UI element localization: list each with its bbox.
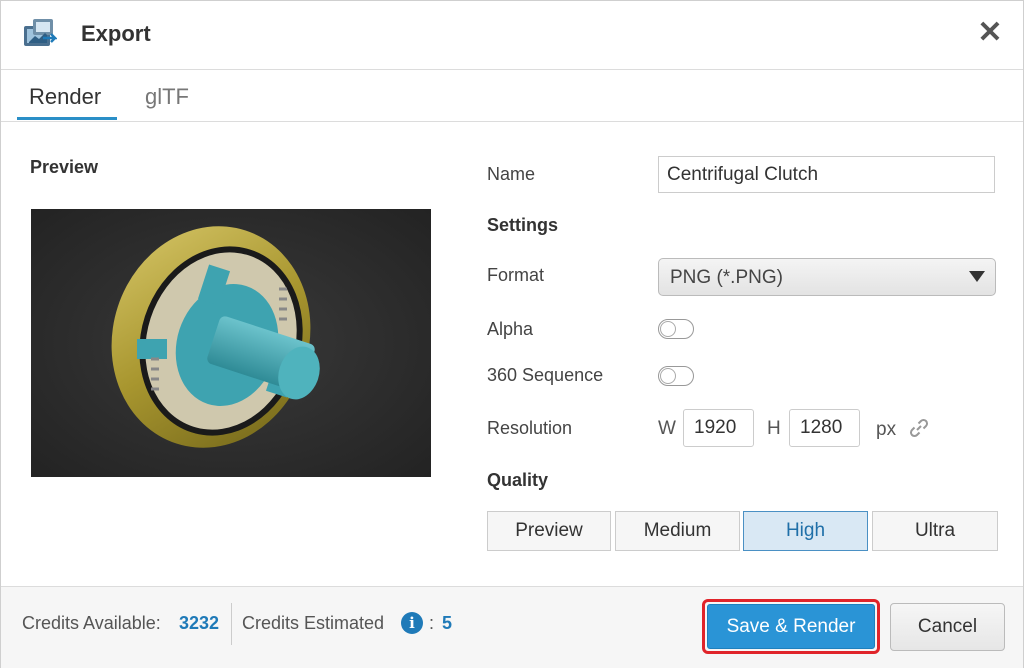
save-and-render-button[interactable]: Save & Render: [707, 604, 875, 649]
toggle-knob: [660, 368, 676, 384]
quality-heading: Quality: [487, 470, 549, 490]
tab-render[interactable]: Render: [29, 84, 101, 110]
credits-available-value: 3232: [179, 613, 220, 633]
height-input[interactable]: [789, 409, 860, 447]
export-app-icon: [24, 19, 57, 46]
alpha-label: Alpha: [487, 319, 534, 339]
link-icon[interactable]: [908, 417, 930, 439]
tab-gltf[interactable]: glTF: [145, 84, 189, 110]
close-icon[interactable]: ✕: [973, 17, 1007, 51]
quality-high-button[interactable]: High: [743, 511, 868, 551]
tab-bar: Render glTF: [1, 70, 1023, 122]
caret-down-icon: [969, 271, 985, 282]
export-dialog: Export ✕ Render glTF Preview Name Centri…: [0, 0, 1024, 668]
info-icon[interactable]: i: [401, 612, 423, 634]
credits-estimated-value: 5: [442, 613, 453, 633]
sequence-label: 360 Sequence: [487, 365, 604, 385]
resolution-label: Resolution: [487, 418, 573, 438]
quality-preview-button[interactable]: Preview: [487, 511, 611, 551]
format-label: Format: [487, 265, 545, 285]
alpha-toggle[interactable]: [658, 319, 694, 339]
name-label: Name: [487, 164, 536, 184]
unit-label: px: [876, 419, 897, 440]
height-letter: H: [767, 418, 781, 439]
width-input[interactable]: [683, 409, 754, 447]
dialog-header: Export ✕: [1, 1, 1023, 70]
name-input[interactable]: [658, 156, 995, 193]
dialog-footer: Credits Available: 3232 Credits Estimate…: [1, 586, 1023, 668]
credits-estimated-label: Credits Estimated: [242, 613, 385, 633]
credits-available-label: Credits Available:: [22, 613, 161, 633]
preview-image: [31, 209, 431, 477]
width-letter: W: [658, 418, 676, 439]
footer-divider: [231, 603, 232, 645]
settings-heading: Settings: [487, 215, 559, 235]
toggle-knob: [660, 321, 676, 337]
active-tab-indicator: [17, 117, 117, 120]
quality-medium-button[interactable]: Medium: [615, 511, 740, 551]
preview-heading: Preview: [30, 157, 99, 177]
cancel-button[interactable]: Cancel: [890, 603, 1005, 651]
quality-ultra-button[interactable]: Ultra: [872, 511, 998, 551]
format-selected-value: PNG (*.PNG): [670, 267, 783, 288]
dialog-title: Export: [81, 21, 151, 46]
format-select[interactable]: PNG (*.PNG): [658, 258, 996, 296]
credits-separator: :: [429, 613, 435, 633]
sequence-toggle[interactable]: [658, 366, 694, 386]
